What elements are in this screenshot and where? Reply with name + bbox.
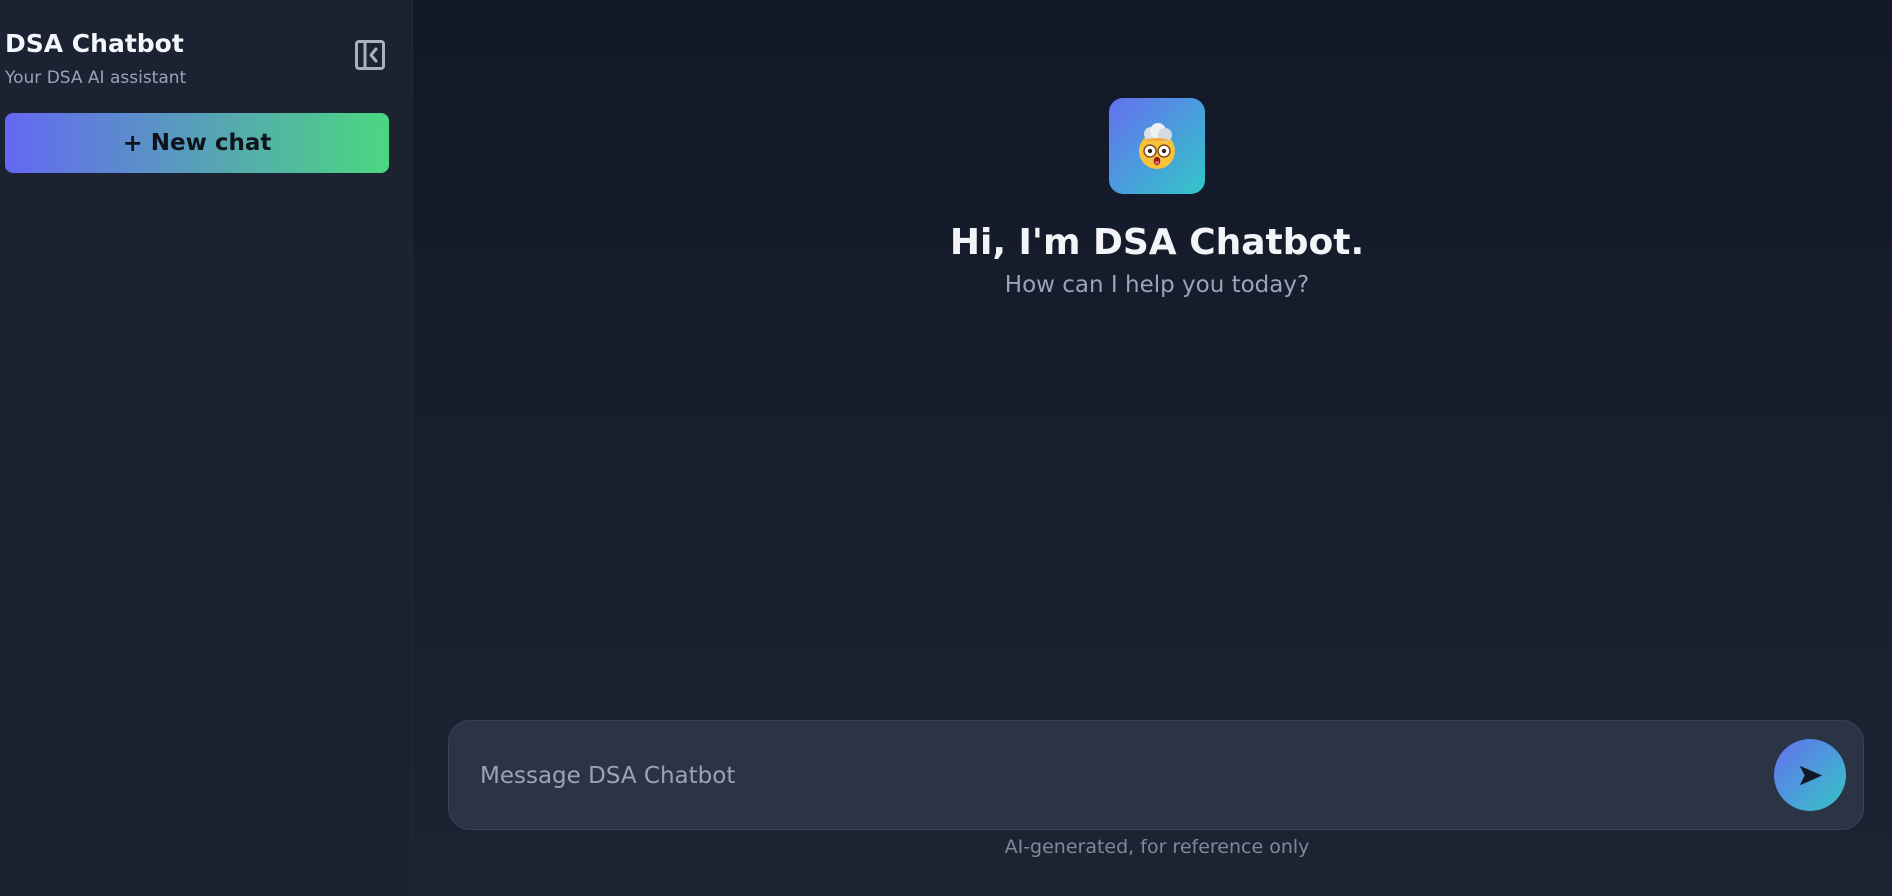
new-chat-button[interactable]: + New chat: [5, 113, 389, 173]
sidebar-collapse-icon: [355, 40, 385, 70]
welcome-title: Hi, I'm DSA Chatbot.: [949, 222, 1365, 263]
bot-avatar: [1109, 98, 1205, 194]
sidebar: DSA Chatbot Your DSA AI assistant + New …: [0, 0, 413, 896]
send-button[interactable]: [1774, 739, 1846, 811]
send-icon: [1799, 765, 1822, 785]
message-input[interactable]: [478, 750, 1702, 802]
ai-disclaimer: AI-generated, for reference only: [1004, 836, 1310, 858]
collapse-sidebar-button[interactable]: [353, 38, 387, 72]
plus-icon: +: [122, 129, 143, 157]
app-subtitle: Your DSA AI assistant: [5, 68, 187, 88]
app-title: DSA Chatbot: [5, 29, 184, 58]
new-chat-label: New chat: [150, 130, 272, 156]
chatbot-app: DSA Chatbot Your DSA AI assistant + New …: [0, 0, 1892, 896]
message-composer: [448, 720, 1864, 830]
mind-blown-face-icon: [1139, 123, 1175, 169]
chat-main-area: Hi, I'm DSA Chatbot. How can I help you …: [413, 0, 1892, 896]
welcome-subtitle: How can I help you today?: [1004, 272, 1310, 298]
